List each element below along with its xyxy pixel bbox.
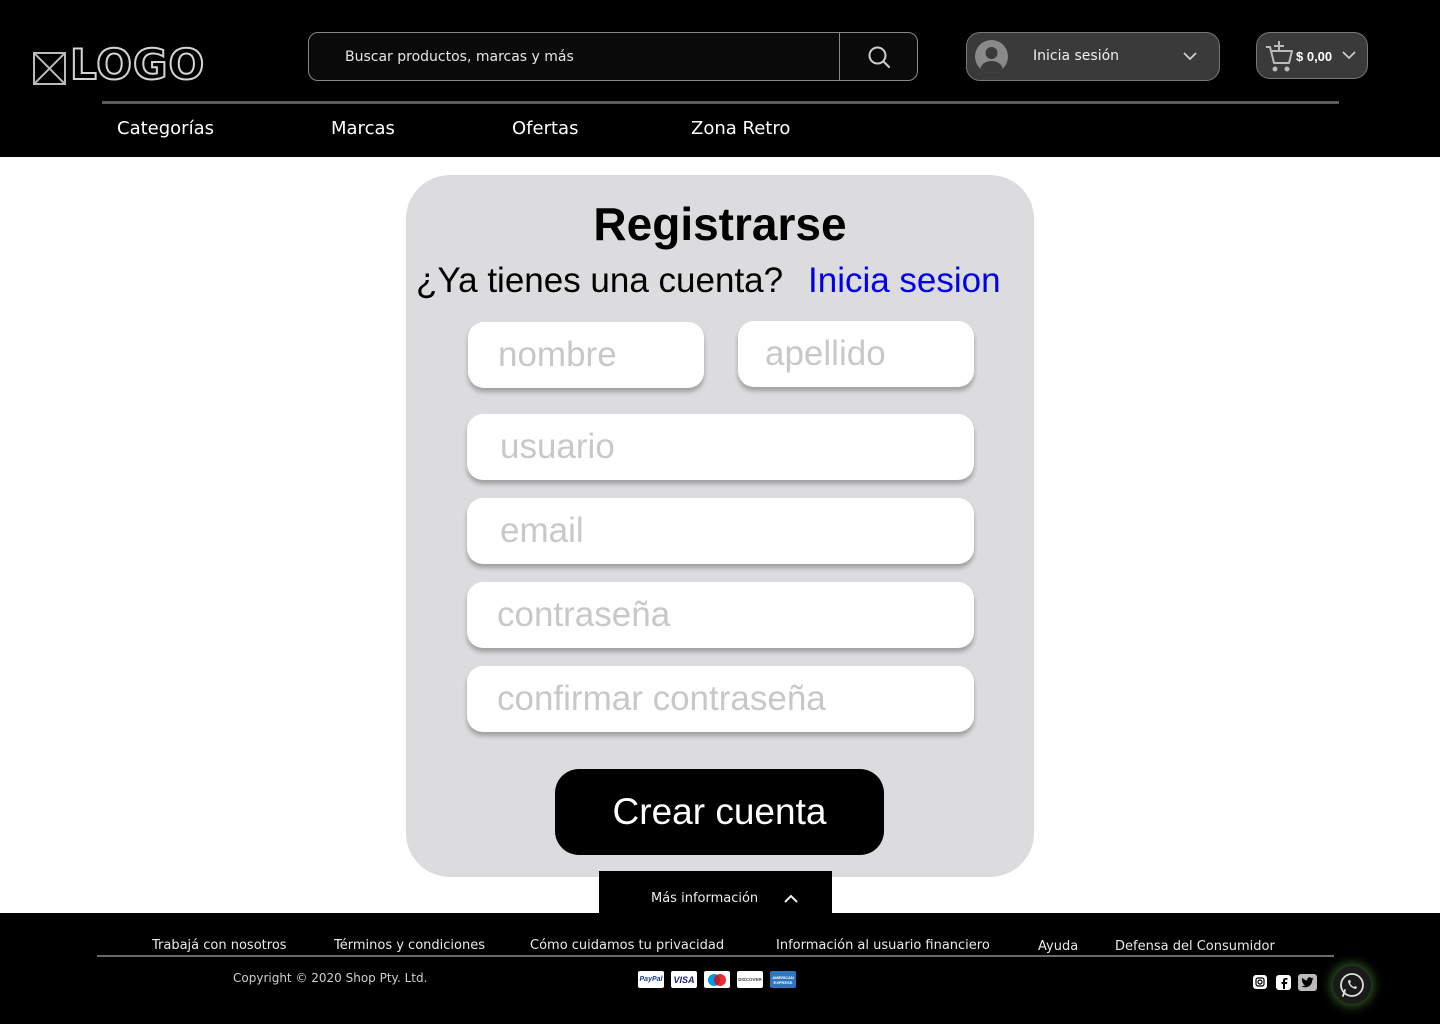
search-input[interactable] [345,47,825,67]
site-header: LOGO Inicia sesión [0,0,1440,157]
site-logo[interactable]: LOGO [33,40,206,89]
search-bar [308,32,918,81]
cart-total: $ 0,00 [1296,49,1333,64]
whatsapp-button[interactable] [1333,966,1371,1004]
logo-text: LOGO [69,40,206,89]
maestro-icon [704,971,730,988]
footer-link-ayuda[interactable]: Ayuda [1038,939,1078,954]
amex-icon: AMERICAN EXPRESS [770,971,796,988]
login-prompt: ¿Ya tienes una cuenta? [416,261,784,300]
login-link[interactable]: Inicia sesion [808,261,1001,301]
username-field[interactable] [467,414,974,480]
site-footer: Trabajá con nosotros Términos y condicio… [0,913,1440,1024]
nav-item-ofertas[interactable]: Ofertas [512,118,578,139]
footer-link-trabaja[interactable]: Trabajá con nosotros [152,938,287,953]
user-avatar-icon [975,40,1008,73]
footer-link-privacidad[interactable]: Cómo cuidamos tu privacidad [530,938,724,953]
discover-icon: DISCOVER [737,971,763,988]
cart-button[interactable]: $ 0,00 [1256,32,1368,79]
page-title: Registrarse [593,198,847,250]
nav-item-marcas[interactable]: Marcas [331,118,395,139]
nav-item-categorias[interactable]: Categorías [117,118,214,139]
cart-icon [1266,41,1293,72]
instagram-icon[interactable] [1253,975,1267,989]
twitter-icon[interactable] [1298,974,1317,991]
chevron-down-icon [1342,51,1356,60]
search-icon [868,46,890,68]
copyright-text: Copyright © 2020 Shop Pty. Ltd. [233,971,428,985]
last-name-field[interactable] [738,321,974,387]
footer-link-info-financiero[interactable]: Información al usuario financiero [776,938,990,953]
confirm-password-field[interactable] [467,666,974,732]
first-name-field[interactable] [468,322,704,388]
password-field[interactable] [467,582,974,648]
email-field[interactable] [467,498,974,564]
footer-link-terminos[interactable]: Términos y condiciones [334,938,485,953]
footer-divider [97,955,1334,957]
more-info-toggle[interactable]: Más información [599,871,832,915]
more-info-label: Más información [651,891,759,906]
account-dropdown[interactable]: Inicia sesión [966,32,1220,81]
chevron-up-icon [784,894,798,903]
register-card: Registrarse ¿Ya tienes una cuenta? Inici… [406,175,1034,877]
account-label: Inicia sesión [1033,48,1120,64]
visa-icon: VISA [671,971,697,988]
search-button[interactable] [840,33,918,80]
footer-link-defensa[interactable]: Defensa del Consumidor [1115,939,1275,954]
logo-placeholder-icon [33,51,66,85]
whatsapp-icon [1340,973,1364,997]
facebook-icon[interactable] [1276,975,1291,990]
paypal-icon: PayPal [638,971,664,988]
chevron-down-icon [1183,52,1197,61]
nav-divider [102,101,1339,104]
create-account-button[interactable]: Crear cuenta [555,769,884,855]
nav-item-zona-retro[interactable]: Zona Retro [691,118,790,139]
